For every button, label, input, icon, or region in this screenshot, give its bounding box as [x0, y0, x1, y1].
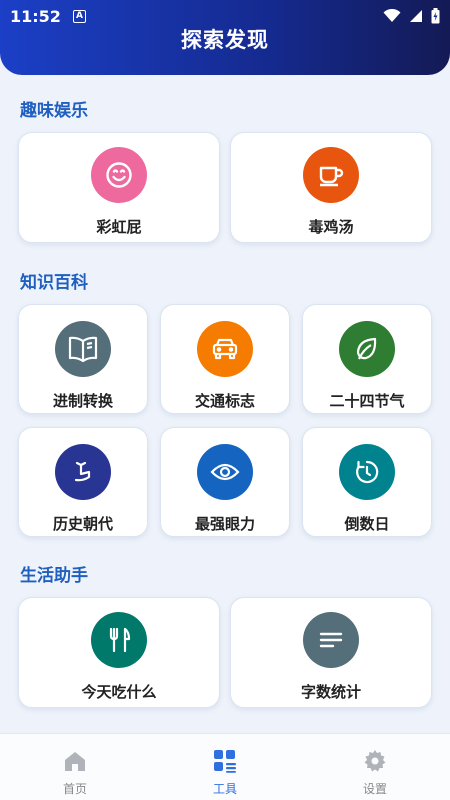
text-lines-icon [303, 612, 359, 668]
section-title-entertainment: 趣味娱乐 [20, 101, 88, 121]
tool-card-jinzhi[interactable]: 进制转换 [18, 304, 148, 414]
coffee-cup-icon [303, 147, 359, 203]
tool-card-dujitang[interactable]: 毒鸡汤 [230, 132, 432, 243]
nav-item-home[interactable]: 首页 [0, 734, 150, 800]
grid-tools-icon [212, 748, 238, 774]
signal-icon [410, 10, 422, 22]
tool-label: 倒数日 [344, 515, 390, 533]
leaf-icon [339, 321, 395, 377]
settings-gear-icon [362, 748, 388, 774]
history-icon [55, 444, 111, 500]
fork-knife-icon [91, 612, 147, 668]
tool-label: 今天吃什么 [81, 683, 157, 701]
nav-item-settings[interactable]: 设置 [300, 734, 450, 800]
tool-card-caihongpi[interactable]: 彩虹屁 [18, 132, 220, 243]
nav-label: 设置 [362, 782, 387, 796]
tool-label: 交通标志 [194, 392, 255, 410]
tool-label: 最强眼力 [194, 515, 255, 533]
tool-label: 毒鸡汤 [308, 218, 354, 236]
tool-card-lishi[interactable]: 历史朝代 [18, 427, 148, 537]
smile-face-icon [91, 147, 147, 203]
open-book-icon [55, 321, 111, 377]
status-right [383, 8, 440, 24]
tool-card-zishu[interactable]: 字数统计 [230, 597, 432, 708]
tool-card-jiaotong[interactable]: 交通标志 [160, 304, 290, 414]
status-time: 11:52 [10, 6, 61, 26]
car-icon [197, 321, 253, 377]
eye-icon [197, 444, 253, 500]
page-title: 探索发现 [181, 28, 269, 52]
battery-icon [431, 8, 440, 24]
tool-label: 字数统计 [300, 683, 361, 701]
tool-label: 彩虹屁 [96, 218, 142, 236]
input-method-icon: A [72, 9, 86, 23]
tool-label: 历史朝代 [52, 515, 113, 533]
tool-card-daoshu[interactable]: 倒数日 [302, 427, 432, 537]
timer-icon [339, 444, 395, 500]
tool-label: 进制转换 [52, 392, 113, 410]
bottom-nav: 首页 工具 设置 [0, 733, 450, 800]
tool-card-chishenme[interactable]: 今天吃什么 [18, 597, 220, 708]
tool-label: 二十四节气 [329, 392, 405, 410]
section-title-life: 生活助手 [20, 566, 88, 586]
tool-card-jieqi[interactable]: 二十四节气 [302, 304, 432, 414]
nav-label: 工具 [212, 782, 237, 796]
nav-label: 首页 [62, 782, 87, 796]
nav-item-tools[interactable]: 工具 [150, 734, 300, 800]
home-icon [62, 748, 88, 774]
wifi-icon [383, 9, 401, 22]
section-title-knowledge: 知识百科 [20, 273, 88, 293]
tool-card-yanli[interactable]: 最强眼力 [160, 427, 290, 537]
app-header: 11:52 A 探索发现 [0, 0, 450, 75]
